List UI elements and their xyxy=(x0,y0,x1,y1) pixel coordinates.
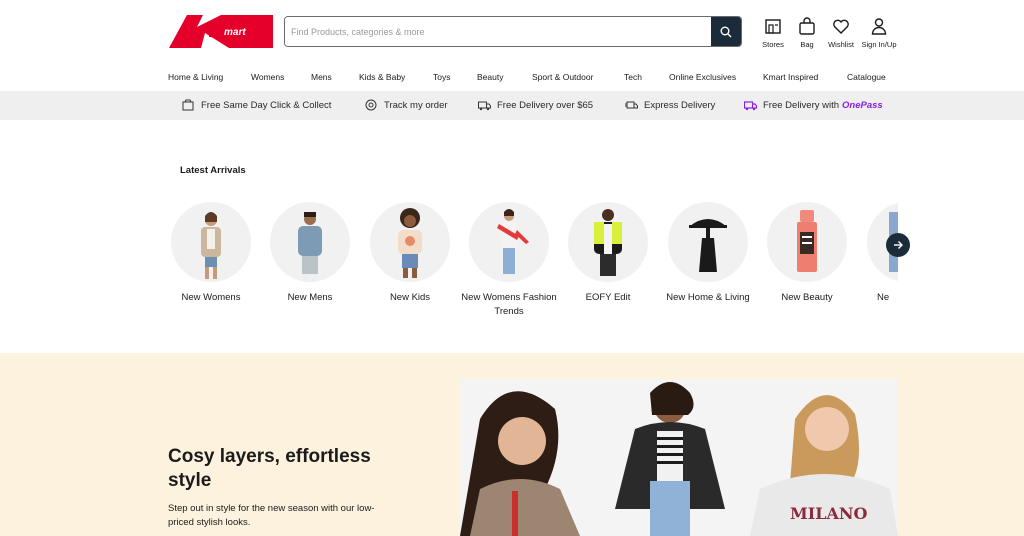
category-label: New Mens xyxy=(287,292,333,303)
nav-kids-baby[interactable]: Kids & Baby xyxy=(359,72,405,82)
search-icon xyxy=(720,26,732,37)
onepass-logo: OnePass xyxy=(842,99,883,111)
promo-express-delivery[interactable]: Express Delivery xyxy=(625,99,715,111)
category-tile-new-beauty[interactable]: New Beauty xyxy=(766,202,848,305)
heart-icon xyxy=(833,19,849,34)
sign-in-link[interactable]: Sign In/Up xyxy=(857,16,901,49)
bag-label: Bag xyxy=(800,40,814,49)
promo-click-collect[interactable]: Free Same Day Click & Collect xyxy=(182,99,331,111)
category-tile-new-home-living[interactable]: New Home & Living xyxy=(666,202,750,305)
delivery-truck-icon xyxy=(478,101,491,111)
latest-arrivals-title: Latest Arrivals xyxy=(180,165,246,176)
hero-banner: Cosy layers, effortless style Step out i… xyxy=(0,353,1024,536)
carousel-next-button[interactable] xyxy=(886,233,910,257)
search-button[interactable] xyxy=(711,17,741,46)
category-label: New Womens Fashion Trends xyxy=(461,292,557,317)
category-tile-new-womens[interactable]: New Womens xyxy=(170,202,252,305)
category-tile-new-kids[interactable]: New Kids xyxy=(369,202,451,305)
search-input[interactable] xyxy=(285,17,713,46)
hero-title: Cosy layers, effortless style xyxy=(168,446,371,491)
arrow-right-icon xyxy=(894,241,903,249)
nav-tech[interactable]: Tech xyxy=(624,72,642,82)
nav-kmart-inspired[interactable]: Kmart Inspired xyxy=(763,72,818,82)
category-image xyxy=(469,202,549,282)
promo-express-delivery-label: Express Delivery xyxy=(644,99,716,111)
track-order-icon xyxy=(365,99,377,111)
svg-text:mart: mart xyxy=(224,27,246,38)
category-label: New Beauty xyxy=(781,292,833,303)
hero-image[interactable]: MILANO xyxy=(460,379,898,536)
category-image xyxy=(270,202,350,282)
nav-online-exclusives[interactable]: Online Exclusives xyxy=(669,72,736,82)
category-image xyxy=(767,202,847,282)
category-label: New Womens xyxy=(181,292,241,303)
store-icon xyxy=(765,19,781,34)
user-icon xyxy=(871,18,887,35)
stores-label: Stores xyxy=(762,40,784,49)
site-header: mart Stores Bag Wishlist xyxy=(0,0,1024,62)
promo-free-delivery[interactable]: Free Delivery over $65 xyxy=(478,99,593,111)
category-image xyxy=(568,202,648,282)
nav-mens[interactable]: Mens xyxy=(311,72,332,82)
category-label: New Kids xyxy=(389,292,431,303)
promo-track-order-label: Track my order xyxy=(384,99,448,111)
nav-toys[interactable]: Toys xyxy=(433,72,450,82)
search-bar xyxy=(284,16,742,47)
hero-text: Step out in style for the new season wit… xyxy=(168,503,375,528)
onepass-truck-icon xyxy=(744,101,757,111)
category-label: EOFY Edit xyxy=(585,292,631,303)
promo-track-order[interactable]: Track my order xyxy=(365,99,448,111)
nav-beauty[interactable]: Beauty xyxy=(477,72,503,82)
promo-onepass-delivery[interactable]: Free Delivery with OnePass xyxy=(744,99,883,111)
click-collect-icon xyxy=(182,99,194,111)
category-tile-new-mens[interactable]: New Mens xyxy=(269,202,351,305)
category-tile-eofy-edit[interactable]: EOFY Edit xyxy=(567,202,649,305)
promo-strip: Free Same Day Click & Collect Track my o… xyxy=(0,91,1024,120)
category-image xyxy=(171,202,251,282)
category-label: New Home & Living xyxy=(666,292,750,303)
nav-sport-outdoor[interactable]: Sport & Outdoor xyxy=(532,72,593,82)
sign-in-label: Sign In/Up xyxy=(861,40,897,49)
express-truck-icon xyxy=(625,101,638,109)
nav-womens[interactable]: Womens xyxy=(251,72,284,82)
kmart-logo[interactable]: mart xyxy=(169,15,273,48)
svg-text:MILANO: MILANO xyxy=(790,504,867,523)
main-nav: Home & Living Womens Mens Kids & Baby To… xyxy=(0,68,1024,88)
wishlist-label: Wishlist xyxy=(828,40,854,49)
promo-free-delivery-label: Free Delivery over $65 xyxy=(497,99,594,111)
latest-arrivals-carousel: New Womens New Mens New Kids New Womens … xyxy=(170,202,898,327)
category-image xyxy=(370,202,450,282)
promo-onepass-label: Free Delivery with xyxy=(763,99,840,111)
nav-catalogue[interactable]: Catalogue xyxy=(847,72,886,82)
category-image xyxy=(668,202,748,282)
nav-home-living[interactable]: Home & Living xyxy=(168,72,223,82)
category-tile-womens-fashion-trends[interactable]: New Womens Fashion Trends xyxy=(461,202,557,319)
category-label: Ne xyxy=(877,292,890,303)
bag-icon xyxy=(799,17,815,35)
promo-click-collect-label: Free Same Day Click & Collect xyxy=(201,99,332,111)
